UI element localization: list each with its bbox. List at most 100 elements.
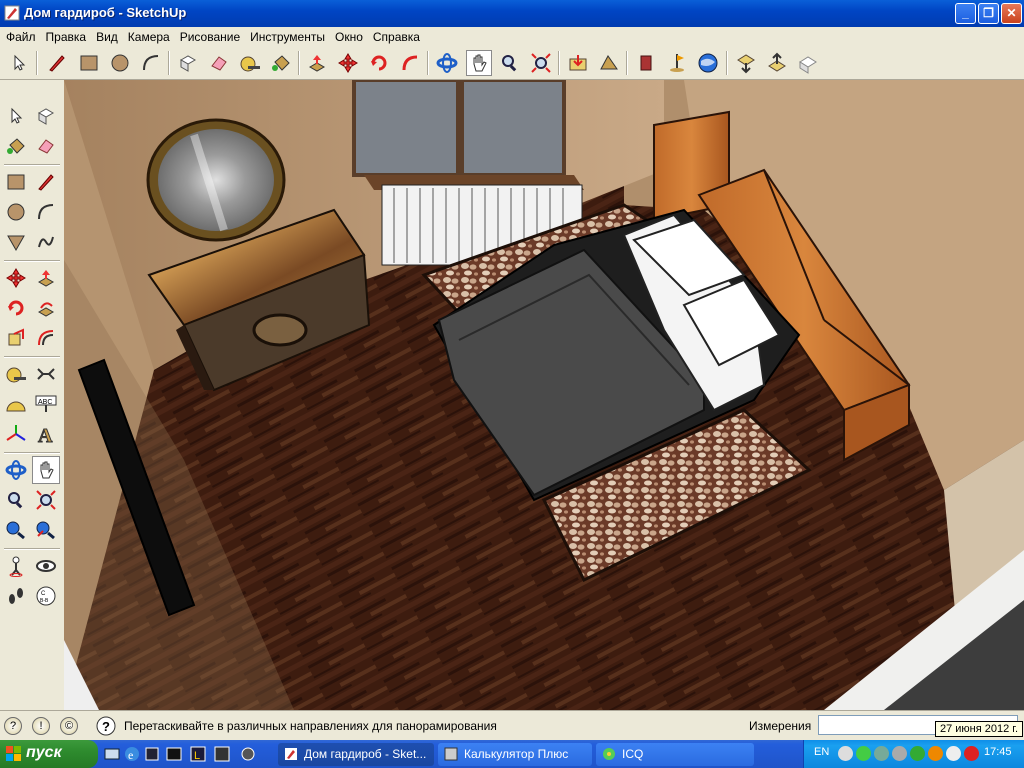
section-plane-icon[interactable]: C B-B: [32, 582, 60, 610]
close-button[interactable]: ✕: [1001, 3, 1022, 24]
volume-icon[interactable]: [946, 746, 961, 761]
orbit-icon[interactable]: [434, 50, 460, 76]
zoom-icon[interactable]: [497, 50, 523, 76]
tray-app-icon[interactable]: [964, 746, 979, 761]
measurements-label: Измерения: [749, 719, 812, 733]
arc-icon[interactable]: [32, 198, 60, 226]
axes-icon[interactable]: [2, 420, 30, 448]
circle-icon[interactable]: [2, 198, 30, 226]
help-icon[interactable]: ?: [96, 716, 116, 736]
tray-app-icon[interactable]: [928, 746, 943, 761]
pencil-icon[interactable]: [44, 50, 70, 76]
internet-explorer-icon[interactable]: e: [124, 746, 140, 762]
clock[interactable]: 17:45: [984, 746, 1012, 758]
svg-text:ABC: ABC: [38, 399, 52, 406]
show-desktop-icon[interactable]: [104, 746, 120, 762]
follow-me-icon[interactable]: [397, 50, 423, 76]
google-earth-icon[interactable]: [695, 50, 721, 76]
menu-help[interactable]: Справка: [368, 27, 425, 47]
add-location-icon[interactable]: [664, 50, 690, 76]
push-pull-icon[interactable]: [304, 50, 330, 76]
select-icon[interactable]: [6, 50, 32, 76]
svg-text:B-B: B-B: [40, 598, 49, 604]
credits-icon[interactable]: !: [32, 717, 50, 735]
menu-file[interactable]: Файл: [0, 27, 41, 47]
minimize-button[interactable]: _: [955, 3, 976, 24]
polygon-icon[interactable]: [2, 228, 30, 256]
offset-icon[interactable]: [32, 324, 60, 352]
position-camera-icon[interactable]: [2, 552, 30, 580]
user-icon[interactable]: ©: [60, 717, 78, 735]
tray-arrow-icon[interactable]: [838, 746, 853, 761]
scale-icon[interactable]: [2, 324, 30, 352]
quicklaunch-app-icon[interactable]: L: [190, 746, 206, 762]
rectangle-icon[interactable]: [76, 50, 102, 76]
start-button[interactable]: пуск: [0, 740, 98, 768]
taskbar-item-calculator[interactable]: Калькулятор Плюс: [438, 743, 592, 766]
place-model-icon[interactable]: [764, 50, 790, 76]
taskbar-item-sketchup[interactable]: Дом гардироб - Sket...: [278, 743, 434, 766]
freehand-icon[interactable]: [32, 228, 60, 256]
language-indicator[interactable]: EN: [814, 746, 829, 758]
move-icon[interactable]: [2, 264, 30, 292]
menu-view[interactable]: Вид: [91, 27, 123, 47]
paint-bucket-icon[interactable]: [2, 132, 30, 160]
quicklaunch-app-icon[interactable]: [144, 746, 160, 762]
3d-text-icon[interactable]: A: [32, 420, 60, 448]
get-models-icon[interactable]: [565, 50, 591, 76]
arc-icon[interactable]: [138, 50, 164, 76]
push-pull-icon[interactable]: [32, 264, 60, 292]
move-icon[interactable]: [335, 50, 361, 76]
zoom-icon[interactable]: [2, 486, 30, 514]
rotate-icon[interactable]: [366, 50, 392, 76]
tape-measure-icon[interactable]: [237, 50, 263, 76]
pan-icon[interactable]: [466, 50, 492, 76]
walk-icon[interactable]: [2, 582, 30, 610]
menu-draw[interactable]: Рисование: [175, 27, 245, 47]
line-icon[interactable]: [32, 168, 60, 196]
eraser-icon[interactable]: [206, 50, 232, 76]
network-icon[interactable]: [874, 746, 889, 761]
maximize-button[interactable]: ❐: [978, 3, 999, 24]
follow-me-icon[interactable]: [32, 294, 60, 322]
menu-window[interactable]: Окно: [330, 27, 368, 47]
geo-location-icon[interactable]: ?: [4, 717, 22, 735]
rectangle-icon[interactable]: [2, 168, 30, 196]
quicklaunch-app-icon[interactable]: [166, 746, 182, 762]
tray-app-icon[interactable]: [910, 746, 925, 761]
previous-view-icon[interactable]: [2, 516, 30, 544]
protractor-icon[interactable]: [2, 390, 30, 418]
circle-icon[interactable]: [107, 50, 133, 76]
zoom-window-icon[interactable]: [32, 486, 60, 514]
select-icon[interactable]: [2, 102, 30, 130]
icq-tray-icon[interactable]: [856, 746, 871, 761]
eraser-icon[interactable]: [32, 132, 60, 160]
tray-app-icon[interactable]: [892, 746, 907, 761]
look-around-icon[interactable]: [32, 552, 60, 580]
quicklaunch-app-icon[interactable]: [214, 746, 230, 762]
toggle-terrain-icon[interactable]: [733, 50, 759, 76]
quicklaunch-app-icon[interactable]: [240, 746, 256, 762]
taskbar-item-icq[interactable]: ICQ: [596, 743, 754, 766]
svg-text:e: e: [128, 748, 133, 762]
tape-measure-icon[interactable]: [2, 360, 30, 388]
paint-bucket-icon[interactable]: [268, 50, 294, 76]
text-icon[interactable]: ABC: [32, 390, 60, 418]
menu-edit[interactable]: Правка: [41, 27, 92, 47]
make-component-icon[interactable]: [175, 50, 201, 76]
pan-icon[interactable]: [32, 456, 60, 484]
status-hint: Перетаскивайте в различных направлениях …: [124, 719, 497, 733]
photo-texture-icon[interactable]: [795, 50, 821, 76]
rotate-icon[interactable]: [2, 294, 30, 322]
zoom-extents-icon[interactable]: [32, 516, 60, 544]
share-model-icon[interactable]: [596, 50, 622, 76]
component-icon[interactable]: [633, 50, 659, 76]
make-component-icon[interactable]: [32, 102, 60, 130]
menu-camera[interactable]: Камера: [123, 27, 175, 47]
dimension-icon[interactable]: [32, 360, 60, 388]
menu-tools[interactable]: Инструменты: [245, 27, 330, 47]
orbit-icon[interactable]: [2, 456, 30, 484]
zoom-extents-icon[interactable]: [528, 50, 554, 76]
model-viewport[interactable]: [64, 80, 1024, 710]
left-toolbar: ABC A C B-B: [0, 80, 65, 710]
